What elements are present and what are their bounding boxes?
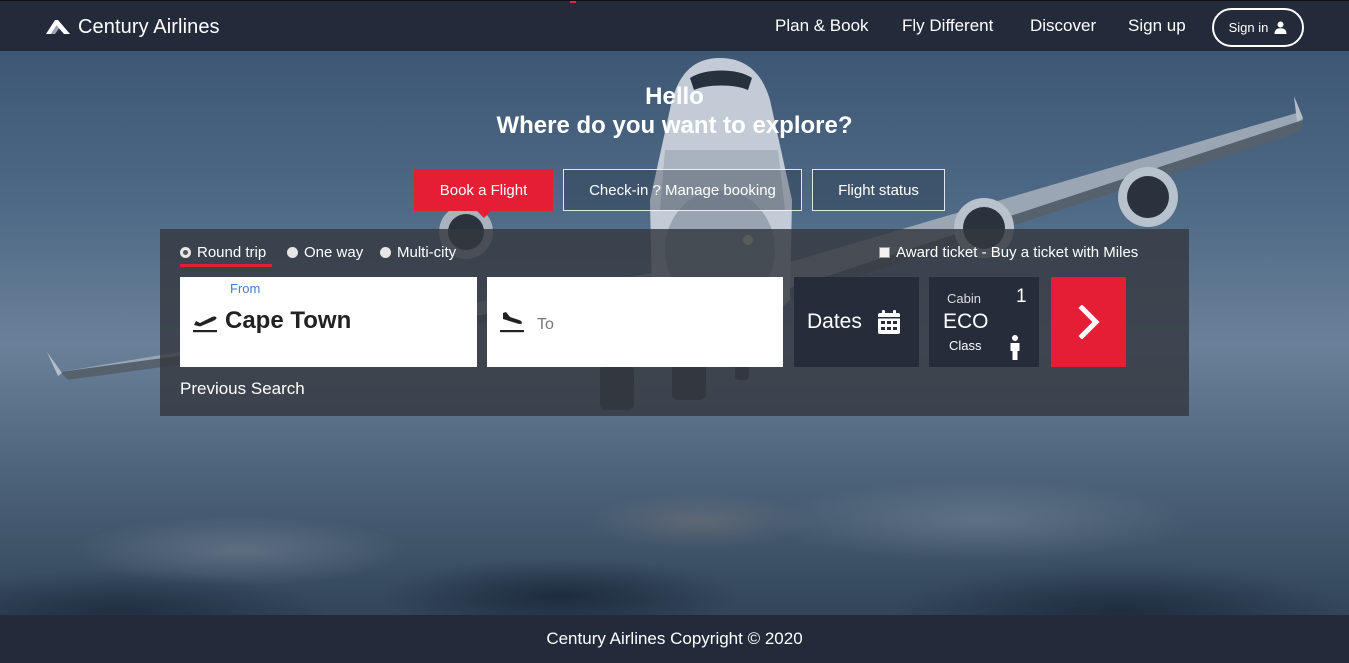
nav-sign-up[interactable]: Sign up	[1128, 16, 1186, 36]
radio-dot	[287, 247, 298, 258]
selected-trip-underline	[180, 264, 272, 267]
radio-multi-city[interactable]: Multi-city	[380, 244, 456, 261]
top-navigation-bar: Century Airlines Plan & Book Fly Differe…	[0, 0, 1349, 51]
to-placeholder: To	[537, 316, 554, 333]
checkbox-box	[879, 247, 890, 258]
airline-logo-icon	[46, 20, 70, 34]
tab-check-in-manage-booking[interactable]: Check-in ? Manage booking	[563, 169, 802, 211]
person-icon	[1010, 335, 1020, 360]
sign-in-button[interactable]: Sign in	[1212, 8, 1304, 47]
search-submit-button[interactable]	[1051, 277, 1126, 367]
from-field[interactable]: From Cape Town	[180, 277, 477, 367]
radio-one-way[interactable]: One way	[287, 244, 363, 261]
radio-multi-city-label: Multi-city	[397, 244, 457, 261]
cabin-selector[interactable]: Cabin 1 ECO Class	[929, 277, 1039, 367]
radio-one-way-label: One way	[304, 244, 364, 261]
award-ticket-label: Award ticket - Buy a ticket with Miles	[896, 244, 1139, 261]
chevron-right-icon	[1077, 305, 1100, 339]
to-field[interactable]: To	[487, 277, 783, 367]
from-label: From	[230, 281, 261, 296]
cabin-value: ECO	[943, 310, 989, 333]
passenger-count: 1	[1016, 286, 1027, 307]
tab-book-a-flight[interactable]: Book a Flight	[414, 169, 553, 218]
brand-name: Century Airlines	[78, 15, 220, 38]
cabin-label: Cabin	[947, 291, 981, 306]
sign-in-label: Sign in	[1228, 20, 1269, 35]
tab-flight-status[interactable]: Flight status	[812, 169, 945, 211]
brand-logo[interactable]: Century Airlines	[45, 13, 220, 41]
dates-label: Dates	[807, 310, 862, 333]
radio-round-trip[interactable]: Round trip	[180, 244, 266, 261]
top-accent-mark	[570, 1, 576, 3]
landing-icon	[500, 312, 524, 333]
radio-dot	[380, 247, 391, 258]
class-label: Class	[949, 338, 982, 353]
user-icon	[1274, 21, 1287, 34]
calendar-icon	[877, 309, 900, 334]
from-value: Cape Town	[225, 307, 352, 334]
copyright-text: Century Airlines Copyright © 2020	[546, 629, 803, 648]
takeoff-icon	[193, 316, 217, 333]
nav-discover[interactable]: Discover	[1030, 16, 1096, 36]
radio-dot-selected	[180, 247, 191, 258]
award-ticket-checkbox[interactable]: Award ticket - Buy a ticket with Miles	[879, 244, 1138, 261]
footer: Century Airlines Copyright © 2020	[0, 615, 1349, 663]
hero-headline: Where do you want to explore?	[496, 112, 853, 139]
nav-fly-different[interactable]: Fly Different	[902, 16, 993, 36]
dates-button[interactable]: Dates	[794, 277, 919, 367]
nav-plan-book[interactable]: Plan & Book	[775, 16, 869, 36]
hero-greeting: Hello	[645, 83, 704, 110]
previous-search-link[interactable]: Previous Search	[180, 379, 305, 399]
radio-round-trip-label: Round trip	[197, 244, 267, 261]
